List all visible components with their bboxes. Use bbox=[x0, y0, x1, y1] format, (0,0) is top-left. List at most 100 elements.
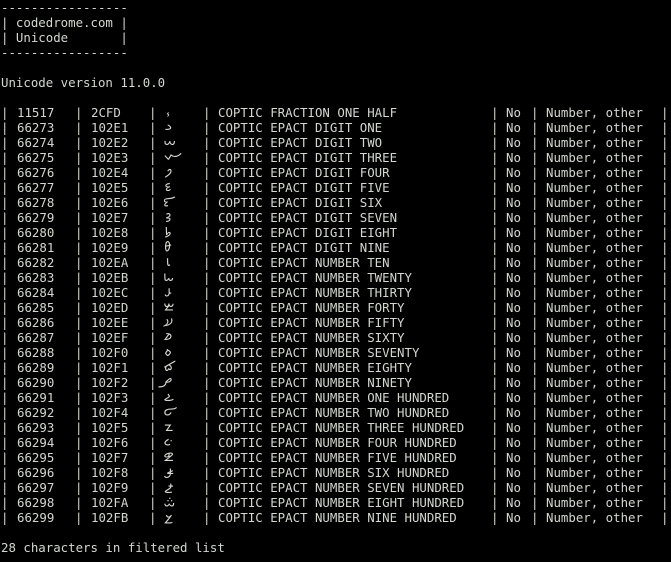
column-separator: | bbox=[661, 345, 669, 360]
column-separator: | bbox=[1, 180, 9, 195]
decimal-code-cell: 66293 bbox=[17, 420, 55, 435]
column-separator: | bbox=[203, 345, 211, 360]
column-separator: | bbox=[661, 450, 669, 465]
column-separator: | bbox=[149, 285, 157, 300]
table-row: | 66290 | 102F2 | 𐋲 | COPTIC EPACT NUMBER NINET… bbox=[1, 375, 671, 390]
column-separator: | bbox=[661, 480, 669, 495]
column-separator: | bbox=[1, 285, 9, 300]
column-separator: | bbox=[149, 210, 157, 225]
character-glyph-cell: 𐋯 bbox=[163, 330, 173, 345]
column-separator: | bbox=[1, 420, 9, 435]
column-separator: | bbox=[1, 375, 9, 390]
column-separator: | bbox=[491, 135, 499, 150]
column-separator: | bbox=[149, 150, 157, 165]
column-separator: | bbox=[75, 330, 83, 345]
hex-code-cell: 102E3 bbox=[91, 150, 129, 165]
column-separator: | bbox=[149, 375, 157, 390]
column-separator: | bbox=[149, 255, 157, 270]
column-separator: | bbox=[203, 135, 211, 150]
decimal-code-cell: 66276 bbox=[17, 165, 55, 180]
column-separator: | bbox=[491, 345, 499, 360]
flag-cell: No bbox=[506, 345, 521, 360]
unicode-version-text: Unicode version 11.0.0 bbox=[1, 75, 166, 90]
column-separator: | bbox=[149, 315, 157, 330]
column-separator: | bbox=[491, 240, 499, 255]
category-cell: Number, other bbox=[546, 330, 643, 345]
column-separator: | bbox=[149, 135, 157, 150]
column-separator: | bbox=[149, 495, 157, 510]
column-separator: | bbox=[203, 180, 211, 195]
column-separator: | bbox=[1, 255, 9, 270]
decimal-code-cell: 66290 bbox=[17, 375, 55, 390]
header-border-top: ----------------- bbox=[1, 0, 128, 15]
character-name-cell: COPTIC EPACT DIGIT EIGHT bbox=[218, 225, 398, 240]
flag-cell: No bbox=[506, 300, 521, 315]
table-row: | 66293 | 102F5 | 𐋵 | COPTIC EPACT NUMBER THREE… bbox=[1, 420, 671, 435]
character-name-cell: COPTIC EPACT NUMBER SIXTY bbox=[218, 330, 405, 345]
column-separator: | bbox=[661, 315, 669, 330]
column-separator: | bbox=[149, 180, 157, 195]
column-separator: | bbox=[149, 120, 157, 135]
flag-cell: No bbox=[506, 420, 521, 435]
column-separator: | bbox=[203, 375, 211, 390]
column-separator: | bbox=[149, 390, 157, 405]
column-separator: | bbox=[1, 210, 9, 225]
hex-code-cell: 102E4 bbox=[91, 165, 129, 180]
column-separator: | bbox=[1, 480, 9, 495]
character-glyph-cell: 𐋱 bbox=[163, 360, 176, 375]
column-separator: | bbox=[661, 420, 669, 435]
column-separator: | bbox=[203, 150, 211, 165]
hex-code-cell: 102FB bbox=[91, 510, 129, 525]
column-separator: | bbox=[661, 465, 669, 480]
character-glyph-cell: 𐋺 bbox=[163, 495, 176, 510]
column-separator: | bbox=[75, 150, 83, 165]
flag-cell: No bbox=[506, 240, 521, 255]
character-glyph-cell: 𐋷 bbox=[163, 450, 175, 465]
flag-cell: No bbox=[506, 135, 521, 150]
column-separator: | bbox=[75, 240, 83, 255]
column-separator: | bbox=[531, 420, 539, 435]
column-separator: | bbox=[149, 300, 157, 315]
decimal-code-cell: 66280 bbox=[17, 225, 55, 240]
filtered-count-text: 28 characters in filtered list bbox=[1, 540, 225, 555]
column-separator: | bbox=[75, 345, 83, 360]
column-separator: | bbox=[1, 270, 9, 285]
column-separator: | bbox=[203, 285, 211, 300]
hex-code-cell: 102FA bbox=[91, 495, 129, 510]
column-separator: | bbox=[491, 375, 499, 390]
column-separator: | bbox=[491, 105, 499, 120]
decimal-code-cell: 66287 bbox=[17, 330, 55, 345]
hex-code-cell: 102EE bbox=[91, 315, 129, 330]
character-name-cell: COPTIC EPACT DIGIT SEVEN bbox=[218, 210, 398, 225]
column-separator: | bbox=[1, 195, 9, 210]
column-separator: | bbox=[1, 300, 9, 315]
hex-code-cell: 102ED bbox=[91, 300, 129, 315]
character-name-cell: COPTIC EPACT NUMBER FOUR HUNDRED bbox=[218, 435, 457, 450]
character-glyph-cell: 𐋫 bbox=[163, 270, 175, 285]
column-separator: | bbox=[661, 255, 669, 270]
column-separator: | bbox=[661, 405, 669, 420]
flag-cell: No bbox=[506, 405, 521, 420]
column-separator: | bbox=[531, 510, 539, 525]
category-cell: Number, other bbox=[546, 225, 643, 240]
flag-cell: No bbox=[506, 195, 521, 210]
flag-cell: No bbox=[506, 270, 521, 285]
column-separator: | bbox=[75, 315, 83, 330]
flag-cell: No bbox=[506, 330, 521, 345]
category-cell: Number, other bbox=[546, 375, 643, 390]
table-row: | 66282 | 102EA | 𐋪 | COPTIC EPACT NUMBER TEN | N… bbox=[1, 255, 671, 270]
column-separator: | bbox=[203, 300, 211, 315]
column-separator: | bbox=[203, 480, 211, 495]
column-separator: | bbox=[149, 465, 157, 480]
hex-code-cell: 102F0 bbox=[91, 345, 129, 360]
table-row: | 66298 | 102FA | 𐋺 | COPTIC EPACT NUMBER EIGHT… bbox=[1, 495, 671, 510]
decimal-code-cell: 66284 bbox=[17, 285, 55, 300]
category-cell: Number, other bbox=[546, 255, 643, 270]
column-separator: | bbox=[203, 420, 211, 435]
column-separator: | bbox=[75, 285, 83, 300]
character-glyph-cell: 𐋶 bbox=[163, 435, 173, 450]
table-row: | 11517 | 2CFD | ⳽ | COPTIC FRACTION ONE HALF | N… bbox=[1, 105, 671, 120]
column-separator: | bbox=[661, 300, 669, 315]
header-site-line: | codedrome.com | bbox=[1, 15, 128, 30]
column-separator: | bbox=[1, 105, 9, 120]
